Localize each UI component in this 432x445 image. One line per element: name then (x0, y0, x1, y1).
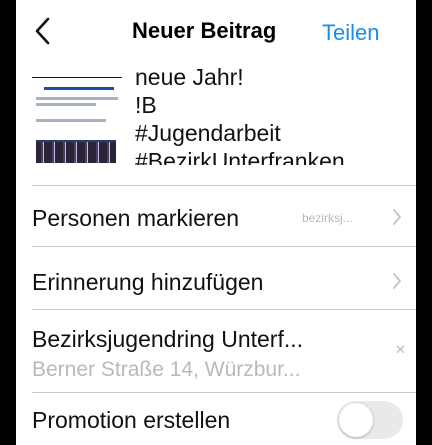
thumbnail-photo-strip (36, 140, 116, 163)
back-chevron-icon[interactable] (30, 15, 56, 47)
page-title: Neuer Beitrag (132, 18, 277, 43)
top-bar: Neuer Beitrag Teilen (16, 0, 416, 62)
location-address: Berner Straße 14, Würzbur... (32, 358, 301, 381)
toggle-knob (339, 403, 373, 437)
tag-people-row[interactable]: Personen markieren bezirksj... (16, 186, 416, 246)
thumbnail-stripe (36, 103, 96, 106)
tag-people-hint: bezirksj... (302, 211, 353, 225)
promotion-label: Promotion erstellen (32, 407, 231, 433)
chevron-right-icon (393, 209, 401, 225)
reminder-label: Erinnerung hinzufügen (32, 269, 264, 295)
caption-line: #BezirkUnterfranken (135, 148, 345, 165)
remove-location-icon[interactable]: ✕ (395, 342, 406, 358)
location-row[interactable]: Bezirksjugendring Unterf... Berner Straß… (16, 310, 416, 392)
caption-field[interactable]: neue Jahr! !B #Jugendarbeit #BezirkUnter… (135, 63, 405, 181)
post-image-thumbnail[interactable] (32, 63, 122, 169)
caption-line: !B (135, 92, 157, 118)
caption-line: #Jugendarbeit (135, 120, 281, 146)
new-post-screen: Neuer Beitrag Teilen neue Jahr! !B #Juge… (16, 0, 416, 445)
thumbnail-divider (32, 77, 122, 78)
thumbnail-stripe (36, 97, 118, 100)
caption-line: neue Jahr! (135, 64, 244, 90)
reminder-row[interactable]: Erinnerung hinzufügen (16, 247, 416, 309)
tag-people-label: Personen markieren (32, 205, 240, 231)
thumbnail-banner-line (44, 87, 114, 90)
location-name: Bezirksjugendring Unterf... (32, 326, 304, 352)
thumbnail-stripe (36, 119, 106, 122)
chevron-right-icon (393, 273, 401, 289)
promotion-toggle[interactable] (337, 401, 403, 439)
share-button[interactable]: Teilen (322, 20, 379, 46)
